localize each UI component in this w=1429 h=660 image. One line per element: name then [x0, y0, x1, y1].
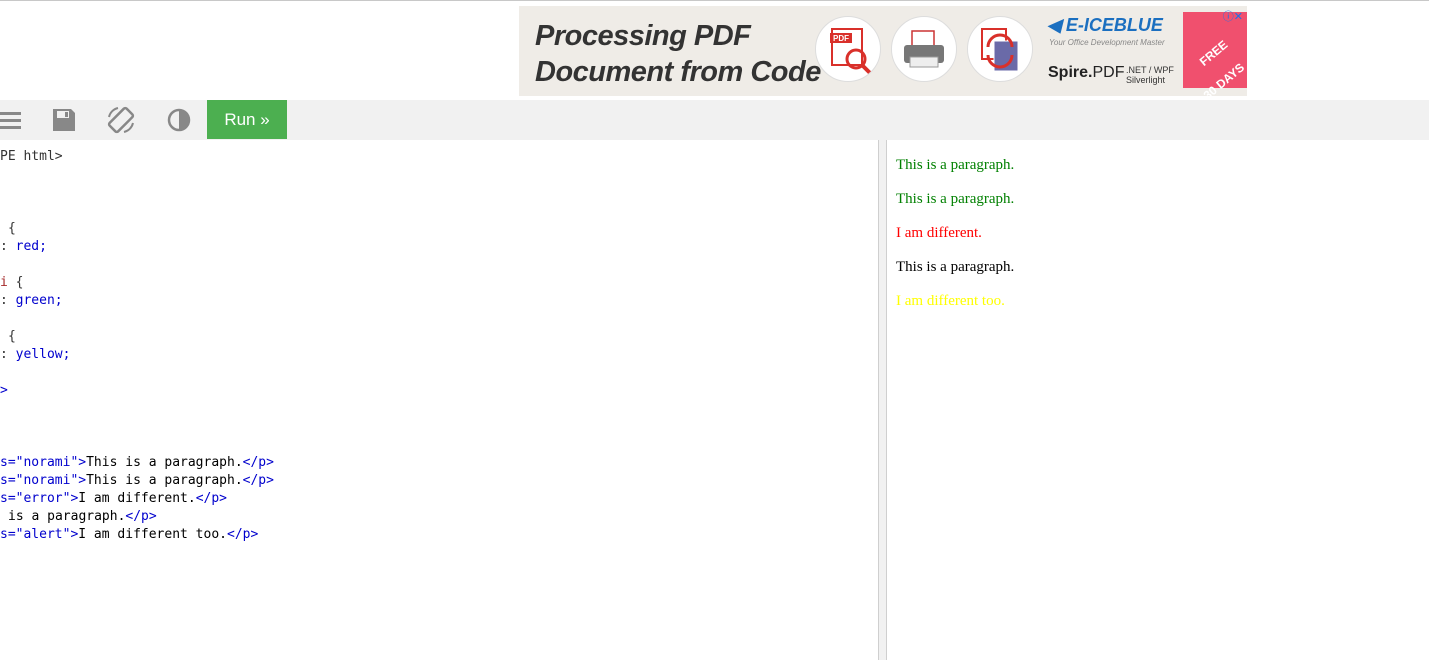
- ad-product: Spire.PDF: [1048, 64, 1124, 82]
- save-icon[interactable]: [52, 100, 76, 140]
- code-line: is a paragraph.</p>: [8, 509, 157, 524]
- ad-product-rest: PDF: [1092, 64, 1125, 81]
- result-paragraph: I am different.: [896, 225, 982, 241]
- code-line: PE html>: [0, 148, 63, 166]
- contrast-icon[interactable]: [167, 100, 191, 140]
- code-text: PE html>: [0, 149, 63, 164]
- code-text: >: [0, 383, 8, 398]
- ad-platform: .NET / WPF Silverlight: [1126, 65, 1174, 85]
- advertisement-banner[interactable]: Processing PDF Document from Code PDF ◀ …: [519, 6, 1247, 96]
- code-line: s="error">I am different.</p>: [0, 491, 227, 506]
- result-paragraph: This is a paragraph.: [896, 259, 1015, 275]
- e-iceblue-logo-icon: ◀: [1047, 15, 1061, 35]
- code-line: {: [8, 220, 16, 238]
- code-line: s="norami">This is a paragraph.</p>: [0, 473, 274, 488]
- ad-brand: ◀ E-ICEBLUE: [1047, 15, 1163, 36]
- code-text: green;: [15, 293, 63, 308]
- code-editor[interactable]: PE html> { : red; i { : green; { : yello…: [0, 140, 878, 660]
- rotate-icon[interactable]: [106, 100, 136, 140]
- printer-icon: [891, 16, 957, 82]
- toolbar: Run »: [0, 100, 1429, 140]
- code-line: {: [8, 328, 16, 346]
- svg-text:PDF: PDF: [833, 34, 849, 43]
- run-button[interactable]: Run »: [207, 100, 287, 139]
- code-text: {: [8, 329, 16, 344]
- code-text: yellow;: [15, 347, 71, 362]
- result-pane: This is a paragraph. This is a paragraph…: [888, 140, 1429, 660]
- code-line: s="norami">This is a paragraph.</p>: [0, 455, 274, 470]
- code-line: : yellow;: [0, 347, 71, 362]
- resize-divider[interactable]: [878, 140, 887, 660]
- ad-brand-text: E-ICEBLUE: [1065, 15, 1163, 35]
- pdf-search-icon: PDF: [815, 16, 881, 82]
- code-line: s="alert">I am different too.</p>: [0, 527, 259, 542]
- code-text: {: [8, 221, 16, 236]
- code-text: red;: [15, 239, 47, 254]
- result-paragraph: I am different too.: [896, 293, 1005, 309]
- ad-product-bold: Spire.: [1048, 64, 1093, 81]
- ad-headline-line1: Processing PDF: [535, 20, 751, 52]
- ad-close-icon[interactable]: ⓘ✕: [1223, 8, 1243, 24]
- ad-platform-line1: .NET / WPF: [1126, 65, 1174, 75]
- code-line: : red;: [0, 239, 47, 254]
- result-paragraph: This is a paragraph.: [896, 157, 1015, 173]
- code-line: i {: [0, 275, 24, 290]
- top-border: [0, 0, 1429, 1]
- code-text: i: [0, 275, 8, 290]
- menu-icon[interactable]: [0, 100, 22, 140]
- ad-headline: Processing PDF Document from Code: [535, 18, 821, 90]
- result-paragraph: This is a paragraph.: [896, 191, 1015, 207]
- ad-headline-line2: Document from Code: [535, 56, 821, 88]
- ad-tagline: Your Office Development Master: [1049, 38, 1165, 47]
- code-line: >: [0, 382, 8, 400]
- ad-platform-line2: Silverlight: [1126, 75, 1166, 85]
- code-line: : green;: [0, 293, 63, 308]
- convert-icon: [967, 16, 1033, 82]
